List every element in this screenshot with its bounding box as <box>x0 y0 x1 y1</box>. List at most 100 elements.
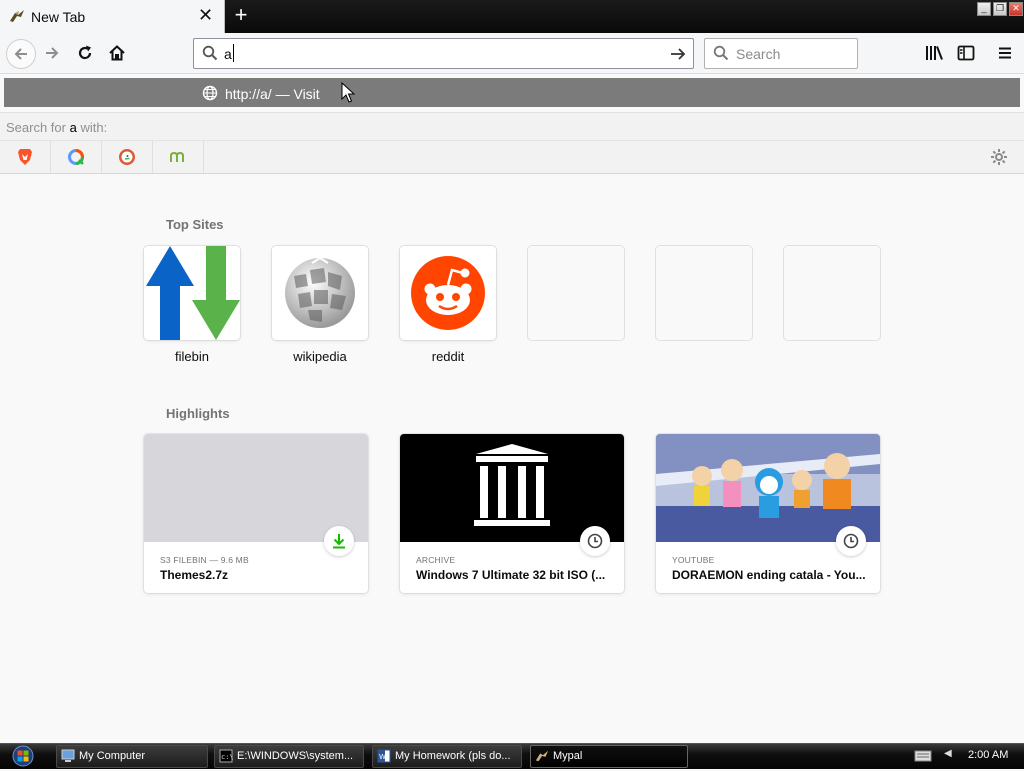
reddit-icon <box>411 256 485 330</box>
highlight-title: Themes2.7z <box>160 568 229 582</box>
sidebar-icon <box>957 45 975 61</box>
qwant-icon <box>68 149 84 165</box>
popup-text: http://a/ — Visit <box>225 86 320 102</box>
url-input[interactable]: a <box>224 46 232 62</box>
taskbar-item-label: Mypal <box>553 750 583 762</box>
autocomplete-popup-row[interactable]: http://a/ — Visit <box>4 78 1020 107</box>
windows-orb-icon <box>12 745 34 767</box>
home-icon <box>109 45 125 61</box>
highlight-card[interactable]: YOUTUBE DORAEMON ending catala - You... <box>656 434 880 593</box>
highlight-title: DORAEMON ending catala - You... <box>672 568 866 582</box>
engine-brave[interactable] <box>0 141 51 173</box>
brave-icon <box>18 149 32 165</box>
highlight-badge <box>324 526 354 556</box>
search-placeholder: Search <box>736 46 781 62</box>
up-down-arrows-icon <box>146 246 240 340</box>
top-site-empty <box>656 246 752 340</box>
taskbar-item-label: My Computer <box>79 750 146 762</box>
taskbar-item-mypal[interactable]: Mypal <box>530 745 688 768</box>
search-icon <box>202 45 218 61</box>
mojeek-icon <box>170 151 184 162</box>
one-off-search-engines <box>0 140 1024 174</box>
clock: 2:00 AM <box>968 749 1009 761</box>
svg-text:c:\: c:\ <box>221 753 233 761</box>
library-button[interactable] <box>922 41 946 65</box>
clock-icon <box>843 533 859 549</box>
back-button[interactable] <box>6 39 36 69</box>
url-bar[interactable]: a <box>193 38 694 69</box>
svg-text:W: W <box>379 753 386 761</box>
tab-title: New Tab <box>31 9 86 25</box>
search-for-term: a <box>69 120 77 135</box>
back-arrow-icon <box>14 48 27 60</box>
globe-icon <box>202 85 218 101</box>
system-tray: ◀ 2:00 AM <box>906 744 1024 768</box>
reload-icon <box>78 45 92 60</box>
chevron-left-icon[interactable]: ◀ <box>944 748 952 759</box>
download-icon <box>333 534 345 549</box>
minimize-window-button[interactable]: _ <box>977 2 991 16</box>
mouse-cursor-icon <box>341 82 355 103</box>
top-sites-heading: Top Sites <box>166 217 224 232</box>
engine-mojeek[interactable] <box>153 141 204 173</box>
search-bar[interactable]: Search <box>704 38 858 69</box>
top-site-label: reddit <box>431 349 465 364</box>
taskbar-item-my-computer[interactable]: My Computer <box>56 745 208 768</box>
clock-icon <box>587 533 603 549</box>
taskbar-item-word[interactable]: W My Homework (pls do... <box>372 745 522 768</box>
top-site-reddit[interactable] <box>400 246 496 340</box>
search-for-row: Search for a with: <box>0 112 1024 141</box>
popup-separator: — <box>275 86 290 102</box>
highlight-card[interactable]: S3 FILEBIN — 9.6 MB Themes2.7z <box>144 434 368 593</box>
text-caret <box>233 44 234 62</box>
restore-window-button[interactable]: ❐ <box>993 2 1007 16</box>
highlights-heading: Highlights <box>166 406 230 421</box>
highlight-context: YOUTUBE <box>672 555 715 565</box>
search-for-label: Search for a with: <box>6 120 107 135</box>
close-window-button[interactable]: ✕ <box>1009 2 1023 16</box>
close-tab-icon[interactable]: ✕ <box>198 5 213 25</box>
library-icon <box>926 46 943 60</box>
popup-url: http://a/ <box>225 86 272 102</box>
console-icon: c:\ <box>219 749 233 763</box>
top-site-empty <box>528 246 624 340</box>
popup-action: Visit <box>293 86 320 102</box>
search-icon <box>713 45 729 61</box>
forward-arrow-icon <box>46 47 59 59</box>
taskbar-item-label: E:\WINDOWS\system... <box>237 750 354 762</box>
home-button[interactable] <box>105 41 129 65</box>
top-site-label: wikipedia <box>293 349 347 364</box>
tab-new-tab[interactable]: New Tab ✕ <box>0 0 225 33</box>
top-site-empty <box>784 246 880 340</box>
mypal-icon <box>535 750 549 762</box>
word-icon: W <box>377 749 391 763</box>
sidebar-button[interactable] <box>954 41 978 65</box>
top-site-wikipedia[interactable] <box>272 246 368 340</box>
search-for-prefix: Search for <box>6 120 66 135</box>
highlight-context: ARCHIVE <box>416 555 456 565</box>
gear-icon[interactable] <box>990 148 1008 166</box>
top-site-label: filebin <box>175 349 209 364</box>
highlight-card[interactable]: ARCHIVE Windows 7 Ultimate 32 bit ISO (.… <box>400 434 624 593</box>
highlight-badge <box>836 526 866 556</box>
mypal-icon <box>10 10 24 22</box>
new-tab-button[interactable]: + <box>230 4 252 28</box>
taskbar-item-label: My Homework (pls do... <box>395 750 511 762</box>
highlight-badge <box>580 526 610 556</box>
taskbar-item-console[interactable]: c:\ E:\WINDOWS\system... <box>214 745 364 768</box>
engine-duckduckgo[interactable] <box>102 141 153 173</box>
forward-button[interactable] <box>40 41 64 65</box>
search-for-suffix: with: <box>80 120 108 135</box>
menu-button[interactable] <box>993 41 1017 65</box>
my-computer-icon <box>61 749 75 762</box>
reload-button[interactable] <box>73 41 97 65</box>
start-button[interactable] <box>0 744 46 768</box>
hamburger-icon <box>999 47 1011 59</box>
wikipedia-globe-icon <box>285 256 355 328</box>
keyboard-icon[interactable] <box>914 750 932 762</box>
duckduckgo-icon <box>119 149 135 165</box>
go-arrow-icon[interactable] <box>669 46 687 62</box>
highlight-context: S3 FILEBIN — 9.6 MB <box>160 555 249 565</box>
top-site-filebin[interactable] <box>144 246 240 340</box>
engine-qwant[interactable] <box>51 141 102 173</box>
